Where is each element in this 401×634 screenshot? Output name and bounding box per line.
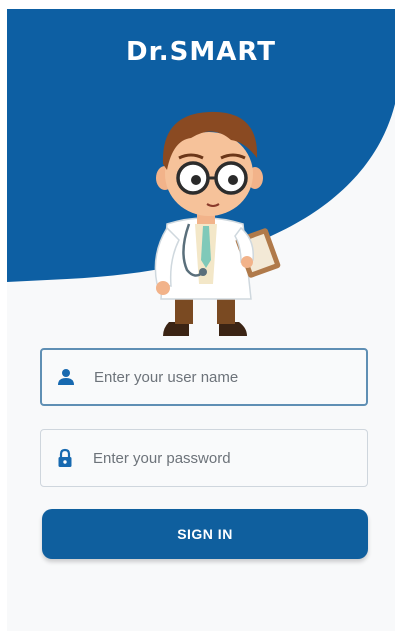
username-field[interactable] [40, 348, 368, 406]
app-title: Dr.SMART [126, 37, 276, 67]
doctor-mascot-image [154, 111, 281, 336]
password-field[interactable] [40, 429, 368, 487]
person-icon [58, 369, 74, 385]
username-input[interactable] [94, 350, 366, 404]
lock-icon [58, 448, 72, 467]
sign-in-button[interactable]: SIGN IN [42, 509, 368, 559]
password-input[interactable] [93, 430, 367, 486]
login-screen: Dr.SMART Enter your user name SIGN IN [7, 9, 395, 631]
